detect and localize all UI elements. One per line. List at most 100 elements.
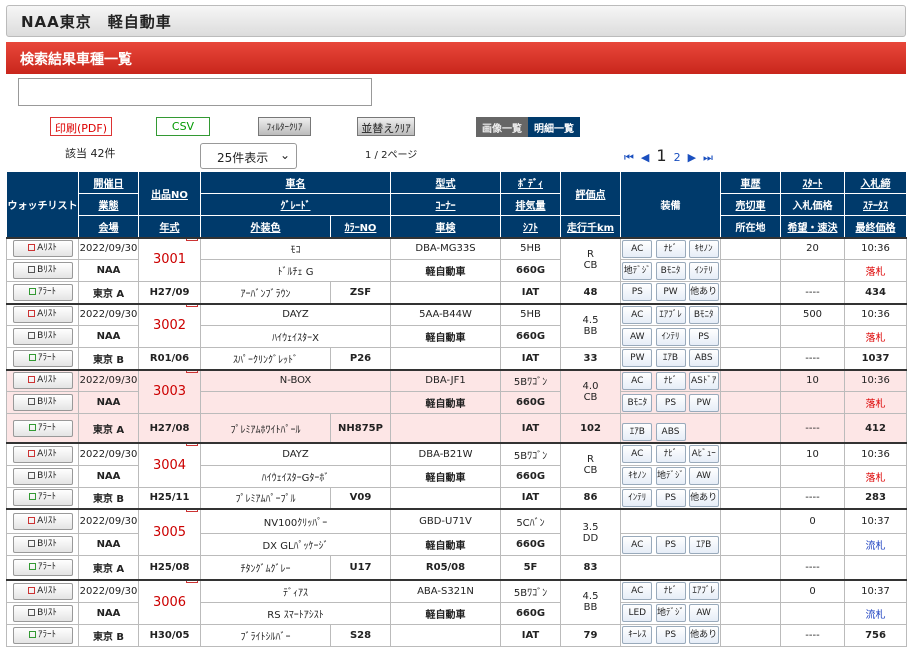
sort-clear-button[interactable]: 並替えｸﾘｱ bbox=[357, 117, 415, 136]
col-year[interactable]: 年式 bbox=[138, 215, 201, 238]
color: ﾌﾟﾚﾐｱﾑﾎﾜｲﾄﾊﾟｰﾙ bbox=[200, 413, 331, 444]
photo-icon[interactable]: ▣ bbox=[186, 510, 198, 512]
col-body[interactable]: ﾎﾞﾃﾞｨ bbox=[500, 171, 561, 194]
first-page-icon[interactable]: ⏮ bbox=[624, 151, 634, 165]
table-row: Aﾘｽﾄ 2022/09/30 ▣ 3006 ﾃﾞｨｱｽ ABA-S321N 5B… bbox=[6, 579, 907, 625]
photo-icon[interactable]: ▣ bbox=[186, 371, 198, 373]
col-lot-no[interactable]: 出品NO bbox=[138, 171, 201, 216]
a-list-button[interactable]: Aﾘｽﾄ bbox=[12, 372, 73, 390]
col-history[interactable]: 車歴 bbox=[720, 171, 781, 194]
a-list-button[interactable]: Aﾘｽﾄ bbox=[12, 582, 73, 600]
table-row: ｱﾗｰﾄ 東京 B H30/05 ﾌﾞﾗｲﾄｼﾙﾊﾞｰ S28 IAT 79 ｷ… bbox=[6, 623, 907, 647]
alert-label: ｱﾗｰﾄ bbox=[37, 352, 56, 363]
page-2-link[interactable]: 2 bbox=[674, 151, 681, 164]
equipment-tag: Bﾓﾆﾀ bbox=[688, 305, 719, 324]
b-list-button[interactable]: Bﾘｽﾄ bbox=[12, 467, 73, 485]
filter-clear-button[interactable]: ﾌｨﾙﾀｰｸﾘｱ bbox=[258, 117, 311, 136]
col-corner[interactable]: ｺｰﾅｰ bbox=[390, 193, 501, 216]
table-row: ｱﾗｰﾄ 東京 A H27/09 ｱｰﾊﾞﾝﾌﾞﾗｳﾝ ZSF IAT 48 P… bbox=[6, 281, 907, 304]
b-list-button[interactable]: Bﾘｽﾄ bbox=[12, 536, 73, 553]
score-value: R bbox=[587, 248, 594, 260]
col-date[interactable]: 開催日 bbox=[78, 171, 139, 194]
col-shift[interactable]: ｼﾌﾄ bbox=[500, 215, 561, 238]
equipment: AC ﾅﾋﾞ Aﾋﾞｭｰ bbox=[620, 442, 721, 466]
alert-button[interactable]: ｱﾗｰﾄ bbox=[12, 283, 73, 301]
b-list-button[interactable]: Bﾘｽﾄ bbox=[12, 604, 73, 622]
body: 5HB bbox=[500, 236, 561, 260]
col-sold[interactable]: 売切車 bbox=[720, 193, 781, 216]
photo-icon[interactable]: ▣ bbox=[186, 239, 198, 241]
equipment: ｲﾝﾃﾘ PS 他あり bbox=[620, 486, 721, 510]
alert-button[interactable]: ｱﾗｰﾄ bbox=[12, 489, 73, 507]
alert-cell: ｱﾗｰﾄ bbox=[6, 347, 79, 370]
score: 4.0 CB bbox=[560, 368, 621, 414]
bid-price bbox=[780, 533, 845, 556]
next-page-icon[interactable]: ▶ bbox=[688, 151, 696, 164]
b-list-button[interactable]: Bﾘｽﾄ bbox=[12, 394, 73, 411]
lot-no-cell: ▣ 3003 bbox=[138, 368, 201, 414]
col-model[interactable]: 型式 bbox=[390, 171, 501, 194]
col-car-name[interactable]: 車名 bbox=[200, 171, 391, 194]
memo-textarea[interactable] bbox=[18, 78, 372, 106]
a-list-label: Aﾘｽﾄ bbox=[37, 375, 57, 386]
bid-price bbox=[780, 464, 845, 488]
col-bid-end[interactable]: 入札締 bbox=[844, 171, 907, 194]
lot-no[interactable]: 3002 bbox=[153, 318, 186, 333]
equipment: ｴｱB ABS bbox=[620, 413, 721, 444]
alert-button[interactable]: ｱﾗｰﾄ bbox=[12, 626, 73, 644]
photo-icon[interactable]: ▣ bbox=[186, 582, 198, 583]
col-color[interactable]: 外装色 bbox=[200, 215, 331, 238]
image-list-tab[interactable]: 画像一覧 bbox=[476, 117, 528, 137]
a-list-button[interactable]: Aﾘｽﾄ bbox=[12, 240, 73, 258]
lot-no[interactable]: 3001 bbox=[153, 252, 186, 267]
b-list-label: Bﾘｽﾄ bbox=[37, 265, 57, 275]
b-list-button[interactable]: Bﾘｽﾄ bbox=[12, 262, 73, 279]
lot-no[interactable]: 3004 bbox=[153, 458, 186, 473]
equipment-tag: AW bbox=[688, 467, 719, 485]
print-pdf-button[interactable]: 印刷(PDF) bbox=[50, 117, 112, 136]
equipment-tag: LED bbox=[622, 604, 653, 622]
csv-button[interactable]: CSV bbox=[156, 117, 210, 136]
col-grade[interactable]: ｸﾞﾚｰﾄﾞ bbox=[200, 193, 391, 216]
equipment-tag: 他あり bbox=[688, 626, 719, 644]
a-list-button[interactable]: Aﾘｽﾄ bbox=[12, 445, 73, 463]
equipment-tag: 地ﾃﾞｼﾞ bbox=[655, 604, 686, 622]
history bbox=[720, 368, 781, 392]
col-org[interactable]: 業態 bbox=[78, 193, 139, 216]
a-list-button[interactable]: Aﾘｽﾄ bbox=[12, 513, 73, 530]
alert-button[interactable]: ｱﾗｰﾄ bbox=[12, 419, 73, 437]
score: 3.5 DD bbox=[560, 508, 621, 556]
alert-button[interactable]: ｱﾗｰﾄ bbox=[12, 559, 73, 576]
col-displacement[interactable]: 排気量 bbox=[500, 193, 561, 216]
equipment-tag: AC bbox=[622, 445, 653, 464]
b-list-label: Bﾘｽﾄ bbox=[37, 539, 57, 549]
b-list-button[interactable]: Bﾘｽﾄ bbox=[12, 328, 73, 345]
col-mileage[interactable]: 走行千km bbox=[560, 215, 621, 238]
lot-no[interactable]: 3003 bbox=[153, 384, 186, 399]
col-final[interactable]: 最終価格 bbox=[844, 215, 907, 238]
prev-page-icon[interactable]: ◀ bbox=[641, 151, 649, 164]
col-color-no[interactable]: ｶﾗｰNO bbox=[330, 215, 391, 238]
detail-list-tab[interactable]: 明細一覧 bbox=[528, 117, 580, 137]
col-score[interactable]: 評価点 bbox=[560, 171, 621, 216]
table-row: ｱﾗｰﾄ 東京 A H27/08 ﾌﾟﾚﾐｱﾑﾎﾜｲﾄﾊﾟｰﾙ NH875P I… bbox=[6, 413, 907, 444]
photo-icon[interactable]: ▣ bbox=[186, 305, 198, 307]
wish: ---- bbox=[780, 486, 845, 510]
final-price: 1037 bbox=[844, 347, 907, 370]
col-venue[interactable]: 会場 bbox=[78, 215, 139, 238]
b-list-label: Bﾘｽﾄ bbox=[37, 397, 57, 407]
org: NAA bbox=[78, 601, 139, 625]
col-start[interactable]: ｽﾀｰﾄ bbox=[780, 171, 845, 194]
model: GBD-U71V bbox=[390, 508, 501, 534]
lot-no[interactable]: 3005 bbox=[153, 525, 186, 540]
col-inspection[interactable]: 車検 bbox=[390, 215, 501, 238]
col-status[interactable]: ｽﾃｰﾀｽ bbox=[844, 193, 907, 216]
col-wish[interactable]: 希望・速決 bbox=[780, 215, 845, 238]
grade: ﾊｲｳｪｲｽﾀｰGﾀｰﾎﾞ bbox=[200, 464, 391, 488]
per-page-select[interactable]: 25件表示 ⌄ bbox=[200, 143, 297, 169]
lot-no[interactable]: 3006 bbox=[153, 595, 186, 610]
last-page-icon[interactable]: ⏭ bbox=[703, 151, 713, 165]
photo-icon[interactable]: ▣ bbox=[186, 445, 198, 446]
alert-button[interactable]: ｱﾗｰﾄ bbox=[12, 349, 73, 367]
a-list-button[interactable]: Aﾘｽﾄ bbox=[12, 306, 73, 324]
